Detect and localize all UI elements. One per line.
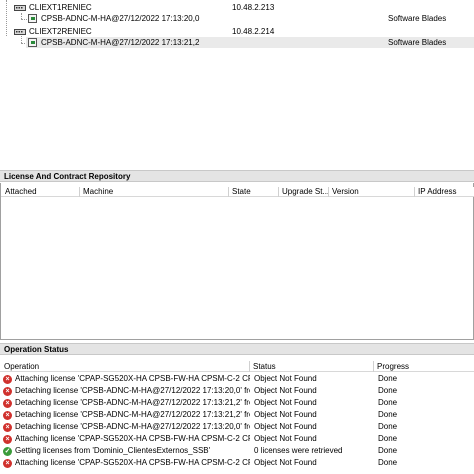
gateway-name: CLIEXT1RENIEC	[29, 3, 92, 12]
tree-item-license-selected[interactable]: CPSB-ADNC-M-HA@27/12/2022 17:13:21,2 Sof…	[26, 37, 474, 48]
operation-progress: Done	[378, 398, 398, 407]
operation-status: Object Not Found	[254, 422, 317, 431]
operation-status: Object Not Found	[254, 434, 317, 443]
operation-progress: Done	[378, 374, 398, 383]
operation-row[interactable]: × Detaching license 'CPSB-ADNC-M-HA@27/1…	[0, 397, 474, 409]
operation-text: Attaching license 'CPAP-SG520X-HA CPSB-F…	[15, 374, 250, 383]
column-operation[interactable]: Operation	[1, 361, 250, 372]
operation-text: Detaching license 'CPSB-ADNC-M-HA@27/12/…	[15, 422, 250, 431]
error-icon: ×	[3, 399, 12, 408]
error-icon: ×	[3, 387, 12, 396]
error-icon: ×	[3, 423, 12, 432]
operation-status: Object Not Found	[254, 386, 317, 395]
operation-status: Object Not Found	[254, 458, 317, 467]
operation-progress: Done	[378, 458, 398, 467]
operation-status: Object Not Found	[254, 398, 317, 407]
column-version[interactable]: Version	[329, 187, 415, 197]
operation-row[interactable]: × Detaching license 'CPSB-ADNC-M-HA@27/1…	[0, 385, 474, 397]
operation-row[interactable]: ✓ Getting licenses from 'Dominio_Cliente…	[0, 445, 474, 457]
license-name: CPSB-ADNC-M-HA@27/12/2022 17:13:21,2	[41, 38, 200, 47]
check-icon: ✓	[3, 447, 12, 456]
operation-text: Attaching license 'CPAP-SG520X-HA CPSB-F…	[15, 434, 250, 443]
operation-progress: Done	[378, 446, 398, 455]
operation-status: Object Not Found	[254, 374, 317, 383]
operation-row[interactable]: × Attaching license 'CPAP-SG520X-HA CPSB…	[0, 373, 474, 385]
gateway-name: CLIEXT2RENIEC	[29, 27, 92, 36]
column-ip-address[interactable]: IP Address	[415, 187, 474, 197]
gateway-ip: 10.48.2.213	[232, 3, 275, 12]
license-icon	[28, 38, 37, 47]
operation-text: Attaching license 'CPAP-SG520X-HA CPSB-F…	[15, 458, 250, 467]
operation-row[interactable]: × Attaching license 'CPAP-SG520X-HA CPSB…	[0, 457, 474, 469]
operation-status: Object Not Found	[254, 410, 317, 419]
gateway-ip: 10.48.2.214	[232, 27, 275, 36]
tree-item-gateway[interactable]: CLIEXT2RENIEC 10.48.2.214	[0, 26, 474, 37]
operation-row[interactable]: × Detaching license 'CPSB-ADNC-M-HA@27/1…	[0, 421, 474, 433]
error-icon: ×	[3, 375, 12, 384]
operation-text: Detaching license 'CPSB-ADNC-M-HA@27/12/…	[15, 410, 250, 419]
license-product: Software Blades	[388, 14, 447, 23]
column-machine[interactable]: Machine	[80, 187, 229, 197]
operation-text: Detaching license 'CPSB-ADNC-M-HA@27/12/…	[15, 386, 250, 395]
license-repository-header: Attached Machine State Upgrade St... Ver…	[1, 187, 474, 197]
operation-text: Getting licenses from 'Dominio_ClientesE…	[15, 446, 211, 455]
operation-status-title: Operation Status	[0, 343, 474, 355]
operation-progress: Done	[378, 422, 398, 431]
operation-progress: Done	[378, 386, 398, 395]
column-attached[interactable]: Attached	[2, 187, 80, 197]
license-product: Software Blades	[388, 38, 447, 47]
error-icon: ×	[3, 411, 12, 420]
column-state[interactable]: State	[229, 187, 279, 197]
gateway-icon	[14, 29, 26, 35]
operation-row[interactable]: × Attaching license 'CPAP-SG520X-HA CPSB…	[0, 433, 474, 445]
tree-item-license[interactable]: CPSB-ADNC-M-HA@27/12/2022 17:13:20,0 Sof…	[0, 13, 474, 24]
error-icon: ×	[3, 459, 12, 468]
tree-item-gateway[interactable]: CLIEXT1RENIEC 10.48.2.213	[0, 2, 474, 13]
column-progress[interactable]: Progress	[374, 361, 474, 372]
operation-progress: Done	[378, 410, 398, 419]
license-repository-title: License And Contract Repository	[0, 170, 474, 182]
operation-text: Detaching license 'CPSB-ADNC-M-HA@27/12/…	[15, 398, 250, 407]
operation-row[interactable]: × Detaching license 'CPSB-ADNC-M-HA@27/1…	[0, 409, 474, 421]
column-status[interactable]: Status	[250, 361, 374, 372]
operation-status: 0 licenses were retrieved	[254, 446, 343, 455]
gateway-icon	[14, 5, 26, 11]
operation-status-panel: Operation Status Progress × Attaching li…	[0, 356, 474, 474]
tree-connector	[21, 36, 22, 43]
operation-status-header: Operation Status Progress	[0, 361, 474, 372]
license-repository-panel: Attached Machine State Upgrade St... Ver…	[0, 183, 474, 340]
license-icon	[28, 14, 37, 23]
error-icon: ×	[3, 435, 12, 444]
operation-progress: Done	[378, 434, 398, 443]
license-name: CPSB-ADNC-M-HA@27/12/2022 17:13:20,0	[41, 14, 200, 23]
column-upgrade-status[interactable]: Upgrade St...	[279, 187, 329, 197]
gateway-license-tree: CLIEXT1RENIEC 10.48.2.213 CPSB-ADNC-M-HA…	[0, 0, 474, 52]
